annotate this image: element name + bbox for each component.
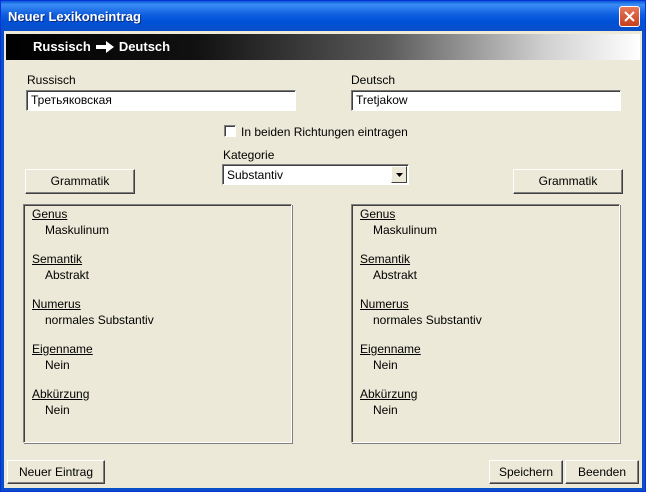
grammar-right-item: Eigenname Nein <box>360 342 421 372</box>
russian-label: Russisch <box>27 73 76 87</box>
chevron-down-icon <box>396 173 403 177</box>
grammar-left-item: Semantik Abstrakt <box>32 252 90 282</box>
grammar-right-item: Numerus normales Substantiv <box>360 297 482 327</box>
dropdown-button[interactable] <box>391 166 407 183</box>
both-directions-label[interactable]: In beiden Richtungen eintragen <box>241 125 408 139</box>
grammar-right-item: Semantik Abstrakt <box>360 252 418 282</box>
russian-input[interactable]: Третьяковская <box>26 90 296 111</box>
grammar-right-button[interactable]: Grammatik <box>513 169 623 194</box>
arrow-right-icon <box>95 40 114 53</box>
grammar-right-panel: Genus Maskulinum Semantik Abstrakt Numer… <box>351 204 620 443</box>
category-select[interactable]: Substantiv <box>222 164 409 185</box>
grammar-right-item: Genus Maskulinum <box>360 207 438 237</box>
new-entry-button[interactable]: Neuer Eintrag <box>7 460 105 484</box>
german-input[interactable]: Tretjakow <box>351 90 621 111</box>
german-label: Deutsch <box>351 73 396 87</box>
save-button[interactable]: Speichern <box>489 460 563 484</box>
grammar-left-item: Numerus normales Substantiv <box>32 297 154 327</box>
dialog-window: Neuer Lexikoneintrag Russisch Deutsch Ru… <box>0 0 646 492</box>
banner-target-language: Deutsch <box>118 39 171 54</box>
grammar-left-item: Genus Maskulinum <box>32 207 110 237</box>
category-selected-value: Substantiv <box>227 168 284 182</box>
grammar-left-item: Eigenname Nein <box>32 342 93 372</box>
both-directions-checkbox[interactable] <box>224 125 236 137</box>
banner-source-language: Russisch <box>33 39 91 54</box>
grammar-right-item: Abkürzung Nein <box>360 387 418 417</box>
direction-banner: Russisch Deutsch <box>6 34 640 60</box>
grammar-left-panel: Genus Maskulinum Semantik Abstrakt Numer… <box>23 204 292 443</box>
quit-button[interactable]: Beenden <box>565 460 639 484</box>
close-icon <box>624 11 635 22</box>
window-title: Neuer Lexikoneintrag <box>8 9 141 24</box>
category-label: Kategorie <box>223 148 275 162</box>
grammar-left-button[interactable]: Grammatik <box>25 169 135 194</box>
grammar-left-item: Abkürzung Nein <box>32 387 90 417</box>
close-button[interactable] <box>619 6 640 27</box>
title-bar[interactable]: Neuer Lexikoneintrag <box>1 1 645 31</box>
